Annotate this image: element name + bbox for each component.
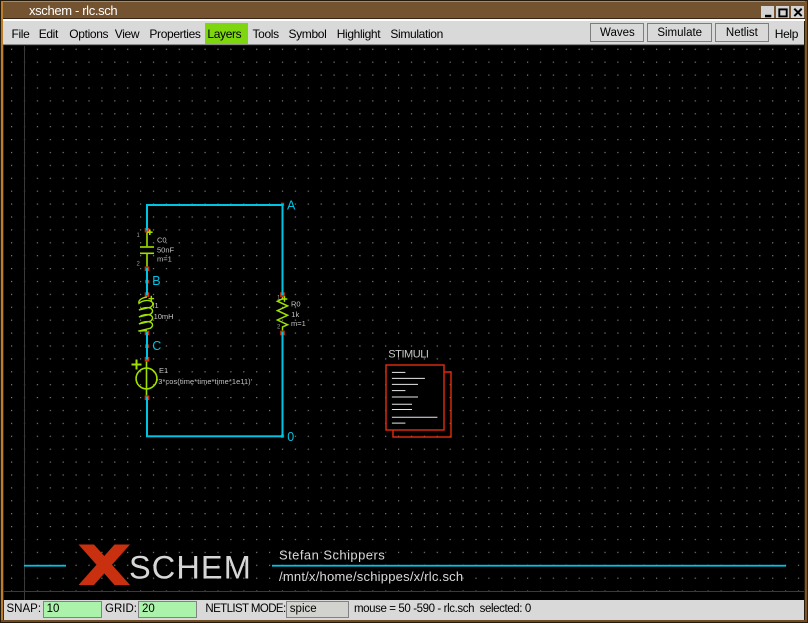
svg-text:R0: R0: [291, 299, 301, 308]
svg-text:A: A: [287, 198, 296, 212]
svg-text:STIMULI: STIMULI: [388, 349, 429, 361]
svg-text:'3*cos(time*time*time*1e11)': '3*cos(time*time*time*1e11)': [157, 377, 253, 386]
svg-text:C: C: [152, 339, 161, 353]
svg-text:E1: E1: [159, 366, 168, 375]
svg-text:B: B: [152, 274, 160, 288]
svg-text:C0: C0: [157, 236, 167, 245]
svg-text:1k: 1k: [291, 310, 299, 319]
svg-text:/mnt/x/home/schippes/x/rlc.sch: /mnt/x/home/schippes/x/rlc.sch: [279, 569, 463, 584]
svg-text:m=1: m=1: [157, 255, 172, 264]
svg-text:0: 0: [287, 430, 294, 444]
svg-text:Stefan Schippers: Stefan Schippers: [279, 548, 385, 563]
svg-text:SCHEM: SCHEM: [129, 549, 252, 585]
svg-text:l1: l1: [153, 301, 159, 310]
svg-text:10mH: 10mH: [154, 312, 174, 321]
svg-text:50nF: 50nF: [157, 246, 175, 255]
svg-text:m=1: m=1: [291, 319, 306, 328]
